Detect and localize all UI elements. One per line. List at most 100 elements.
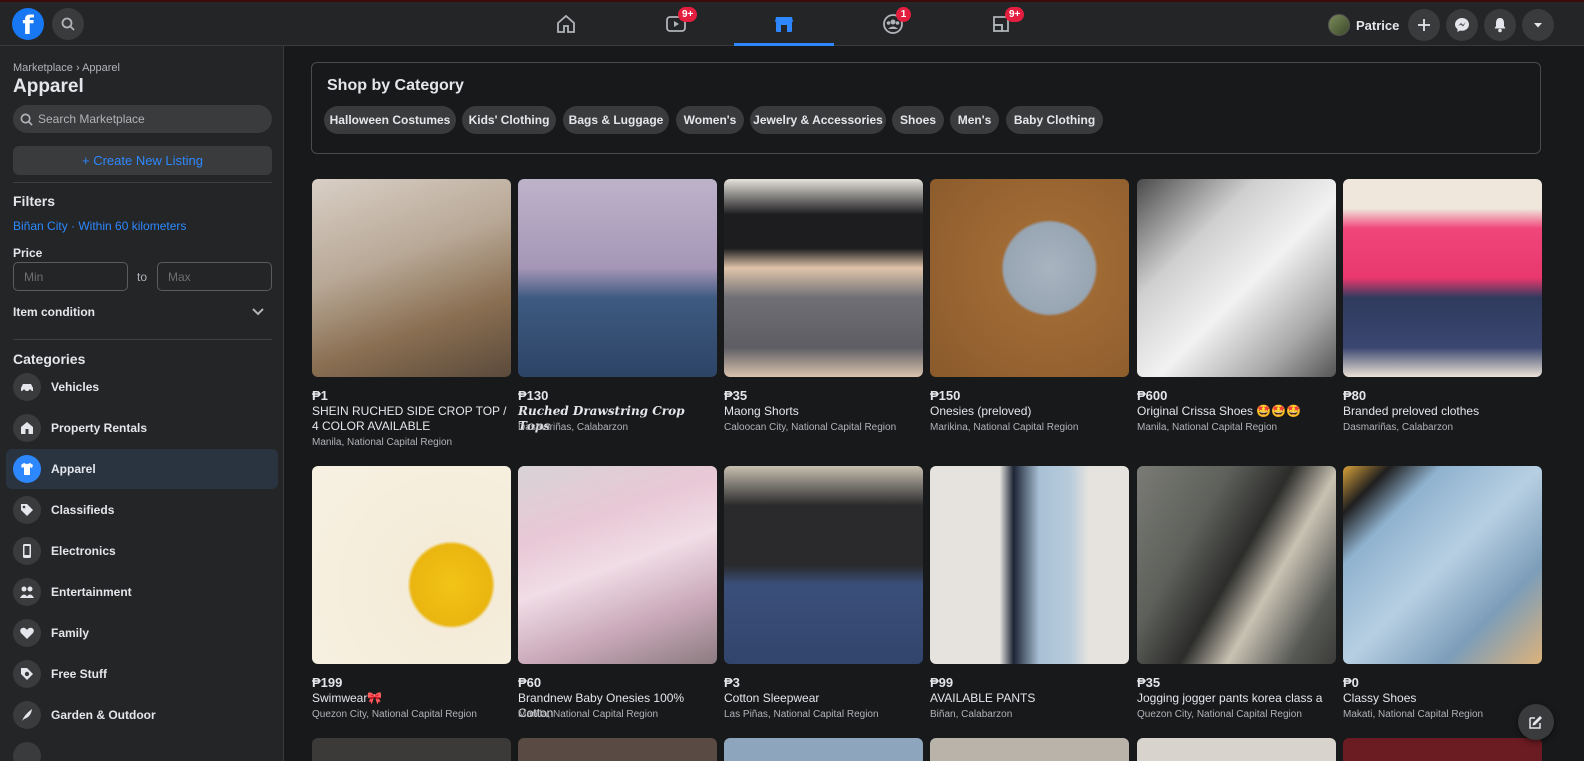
listing-title: Original Crissa Shoes 🤩🤩🤩 bbox=[1137, 404, 1302, 418]
listing-photo[interactable] bbox=[1343, 466, 1542, 664]
listing-title: SHEIN RUCHED SIDE CROP TOP / 4 COLOR AVA… bbox=[312, 404, 507, 433]
listing-photo[interactable] bbox=[518, 738, 717, 761]
home-icon bbox=[557, 14, 575, 33]
category-apparel[interactable]: Apparel bbox=[6, 449, 278, 489]
breadcrumb[interactable]: Marketplace › Apparel bbox=[13, 62, 120, 74]
avatar bbox=[1328, 14, 1350, 36]
listing-price: ₱1 bbox=[312, 388, 328, 403]
chip-jewelry-accessories[interactable]: Jewelry & Accessories bbox=[750, 106, 886, 134]
chip-shoes[interactable]: Shoes bbox=[892, 106, 944, 134]
category-family[interactable]: Family bbox=[6, 613, 278, 653]
category-entertainment[interactable]: Entertainment bbox=[6, 572, 278, 612]
listing-photo[interactable] bbox=[312, 466, 511, 664]
plant-icon bbox=[13, 701, 41, 729]
tab-watch[interactable]: 9+ bbox=[626, 2, 726, 46]
listing-photo[interactable] bbox=[930, 466, 1129, 664]
listing-location: Makati, National Capital Region bbox=[1343, 709, 1484, 720]
shop-by-category-title: Shop by Category bbox=[327, 77, 464, 94]
watch-badge: 9+ bbox=[678, 7, 698, 22]
item-condition-dropdown[interactable]: Item condition bbox=[13, 305, 95, 319]
listing-location: Biñan, Calabarzon bbox=[930, 709, 1013, 720]
tab-home[interactable] bbox=[516, 2, 616, 46]
listing-photo[interactable] bbox=[930, 179, 1129, 377]
listing-photo[interactable] bbox=[1343, 179, 1542, 377]
listing-price: ₱80 bbox=[1343, 388, 1367, 403]
category-classifieds[interactable]: Classifieds bbox=[6, 490, 278, 530]
listing-photo[interactable] bbox=[930, 738, 1129, 761]
create-button[interactable] bbox=[1408, 9, 1440, 41]
category-vehicles[interactable]: Vehicles bbox=[6, 367, 278, 407]
listing-photo[interactable] bbox=[1137, 738, 1336, 761]
category-more[interactable] bbox=[6, 736, 278, 761]
listing-price: ₱199 bbox=[312, 675, 343, 690]
filters-heading: Filters bbox=[13, 193, 56, 209]
shirt-icon bbox=[13, 455, 41, 483]
new-message-button[interactable] bbox=[1518, 704, 1554, 740]
location-filter[interactable]: Biñan City · Within 60 kilometers bbox=[13, 219, 186, 233]
category-free-stuff[interactable]: Free Stuff bbox=[6, 654, 278, 694]
category-label: Entertainment bbox=[51, 585, 132, 599]
chip-mens[interactable]: Men's bbox=[950, 106, 999, 134]
listing-location: Manila, National Capital Region bbox=[312, 437, 453, 448]
search-input[interactable] bbox=[13, 105, 272, 133]
tab-marketplace[interactable] bbox=[734, 2, 834, 46]
create-listing-button[interactable]: + Create New Listing bbox=[13, 146, 272, 175]
listing-photo[interactable] bbox=[1343, 738, 1542, 761]
tag-icon bbox=[13, 496, 41, 524]
chip-halloween-costumes[interactable]: Halloween Costumes bbox=[324, 106, 456, 134]
tab-gaming[interactable]: 9+ bbox=[951, 2, 1051, 46]
listing-location: Quezon City, National Capital Region bbox=[1137, 709, 1302, 720]
listing-photo[interactable] bbox=[518, 179, 717, 377]
tab-groups[interactable]: 1 bbox=[843, 2, 943, 46]
listing-location: Manila, National Capital Region bbox=[1137, 422, 1278, 433]
listing-price: ₱35 bbox=[1137, 675, 1161, 690]
listing-title: Cotton Sleepwear bbox=[724, 691, 820, 705]
category-label: Property Rentals bbox=[51, 421, 148, 435]
listing-photo[interactable] bbox=[312, 179, 511, 377]
listing-price: ₱130 bbox=[518, 388, 549, 403]
facebook-logo[interactable]: f bbox=[12, 8, 44, 40]
max-price-input[interactable] bbox=[157, 262, 272, 291]
chip-bags-luggage[interactable]: Bags & Luggage bbox=[563, 106, 669, 134]
category-electronics[interactable]: Electronics bbox=[6, 531, 278, 571]
listing-photo[interactable] bbox=[312, 738, 511, 761]
search-button[interactable] bbox=[52, 8, 84, 40]
chevron-down-icon[interactable] bbox=[251, 307, 265, 317]
listing-photo[interactable] bbox=[518, 466, 717, 664]
car-icon bbox=[13, 373, 41, 401]
caret-down-icon bbox=[1534, 23, 1542, 28]
chip-womens[interactable]: Women's bbox=[676, 106, 744, 134]
category-label: Family bbox=[51, 626, 90, 640]
groups-badge: 1 bbox=[896, 7, 911, 22]
listing-title: AVAILABLE PANTS bbox=[930, 691, 1036, 705]
gaming-badge: 9+ bbox=[1005, 7, 1025, 22]
plus-icon bbox=[1418, 19, 1430, 31]
messenger-icon bbox=[1455, 18, 1469, 32]
notifications-button[interactable] bbox=[1484, 9, 1516, 41]
listing-photo[interactable] bbox=[724, 466, 923, 664]
account-menu-button[interactable] bbox=[1522, 9, 1554, 41]
listing-price: ₱60 bbox=[518, 675, 542, 690]
listing-photo[interactable] bbox=[1137, 179, 1336, 377]
min-price-input[interactable] bbox=[13, 262, 128, 291]
listing-title: Jogging jogger pants korea class a bbox=[1137, 691, 1323, 705]
messenger-button[interactable] bbox=[1446, 9, 1478, 41]
price-to-label: to bbox=[137, 270, 148, 284]
category-garden-outdoor[interactable]: Garden & Outdoor bbox=[6, 695, 278, 735]
house-icon bbox=[13, 414, 41, 442]
listing-price: ₱600 bbox=[1137, 388, 1168, 403]
profile-link[interactable]: Patrice bbox=[1328, 11, 1399, 39]
listing-price: ₱0 bbox=[1343, 675, 1359, 690]
listing-photo[interactable] bbox=[724, 738, 923, 761]
listing-location: Dasmariñas, Calabarzon bbox=[1343, 422, 1454, 433]
listing-photo[interactable] bbox=[724, 179, 923, 377]
listing-location: Caloocan City, National Capital Region bbox=[724, 422, 897, 433]
categories-heading: Categories bbox=[13, 351, 86, 367]
chip-kids-clothing[interactable]: Kids' Clothing bbox=[462, 106, 556, 134]
listing-photo[interactable] bbox=[1137, 466, 1336, 664]
category-property-rentals[interactable]: Property Rentals bbox=[6, 408, 278, 448]
category-label: Electronics bbox=[51, 544, 116, 558]
category-label: Apparel bbox=[51, 462, 96, 476]
chip-baby-clothing[interactable]: Baby Clothing bbox=[1006, 106, 1103, 134]
shop-by-category: Shop by Category Halloween Costumes Kids… bbox=[311, 62, 1541, 154]
